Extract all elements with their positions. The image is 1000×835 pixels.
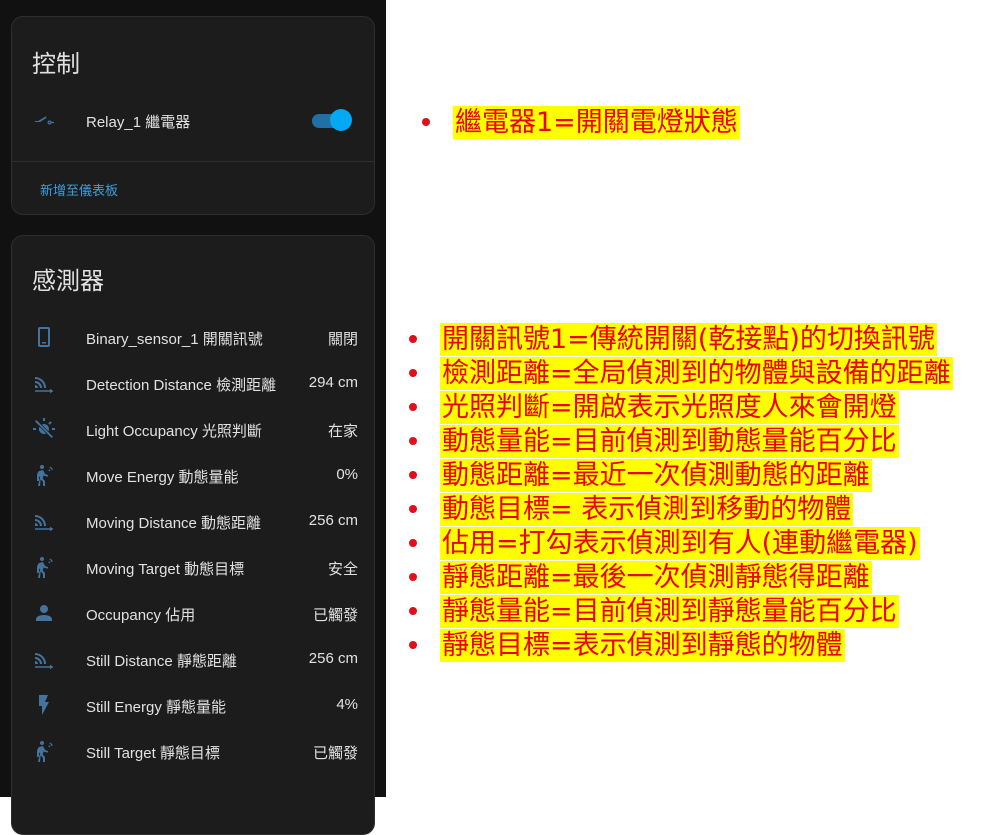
note-sensor: 檢測距離=全局偵測到的物體與設備的距離 bbox=[409, 355, 953, 391]
note-text: 靜態量能=目前偵測到靜態量能百分比 bbox=[440, 594, 899, 628]
sensor-name: Detection Distance 檢測距離 bbox=[86, 377, 277, 394]
phone-icon bbox=[32, 325, 56, 349]
note-sensor: 光照判斷=開啟表示光照度人來會開燈 bbox=[409, 389, 899, 425]
note-text: 動態量能=目前偵測到動態量能百分比 bbox=[440, 424, 899, 458]
sensor-value: 在家 bbox=[327, 423, 358, 440]
sensor-value: 4% bbox=[336, 696, 358, 713]
signal-distance-icon bbox=[32, 371, 56, 395]
note-bullet bbox=[409, 403, 417, 411]
control-card: 控制 Relay_1 繼電器 新增至儀表板 bbox=[11, 16, 375, 215]
sensor-row-occupancy[interactable]: Occupancy 佔用 已觸發 bbox=[12, 593, 376, 633]
sensor-value: 0% bbox=[336, 466, 358, 483]
note-text: 動態距離=最近一次偵測動態的距離 bbox=[440, 458, 872, 492]
relay-icon bbox=[32, 108, 56, 132]
sensor-row-still-energy[interactable]: Still Energy 靜態量能 4% bbox=[12, 685, 376, 725]
sensor-row-binary-sensor[interactable]: Binary_sensor_1 開關訊號 關閉 bbox=[12, 317, 376, 357]
note-bullet bbox=[422, 118, 430, 126]
flash-icon bbox=[32, 693, 56, 717]
sensor-name: Occupancy 佔用 bbox=[86, 607, 196, 624]
sensor-name: Move Energy 動態量能 bbox=[86, 469, 239, 486]
sensor-value: 256 cm bbox=[308, 650, 358, 667]
note-text: 開關訊號1=傳統開關(乾接點)的切換訊號 bbox=[440, 322, 937, 356]
note-text: 靜態目標=表示偵測到靜態的物體 bbox=[440, 628, 845, 662]
note-text: 繼電器1=開關電燈狀態 bbox=[453, 105, 740, 139]
sensor-row-light-occupancy[interactable]: Light Occupancy 光照判斷 在家 bbox=[12, 409, 376, 449]
note-bullet bbox=[409, 607, 417, 615]
note-bullet bbox=[409, 505, 417, 513]
note-text: 光照判斷=開啟表示光照度人來會開燈 bbox=[440, 390, 899, 424]
motion-sensor-icon bbox=[32, 555, 56, 579]
motion-sensor-icon bbox=[32, 463, 56, 487]
sensor-card-title: 感測器 bbox=[32, 268, 104, 295]
note-sensor: 動態距離=最近一次偵測動態的距離 bbox=[409, 457, 872, 493]
sensor-value: 安全 bbox=[327, 561, 358, 578]
sensor-row-still-target[interactable]: Still Target 靜態目標 已觸發 bbox=[12, 731, 376, 771]
note-sensor: 開關訊號1=傳統開關(乾接點)的切換訊號 bbox=[409, 321, 937, 357]
add-to-dashboard-link[interactable]: 新增至儀表板 bbox=[40, 180, 118, 199]
note-sensor: 動態目標= 表示偵測到移動的物體 bbox=[409, 491, 854, 527]
note-sensor: 佔用=打勾表示偵測到有人(連動繼電器) bbox=[409, 525, 920, 561]
home-assistant-panel: 控制 Relay_1 繼電器 新增至儀表板 感測器 Binary_sensor_… bbox=[0, 0, 386, 835]
sensor-row-detection-distance[interactable]: Detection Distance 檢測距離 294 cm bbox=[12, 363, 376, 403]
note-text: 檢測距離=全局偵測到的物體與設備的距離 bbox=[440, 356, 953, 390]
relay-label: Relay_1 繼電器 bbox=[86, 114, 191, 131]
note-text: 佔用=打勾表示偵測到有人(連動繼電器) bbox=[440, 526, 920, 560]
sensor-value: 已觸發 bbox=[312, 745, 358, 762]
sensor-row-move-energy[interactable]: Move Energy 動態量能 0% bbox=[12, 455, 376, 495]
sensor-name: Still Target 靜態目標 bbox=[86, 745, 220, 762]
note-text: 靜態距離=最後一次偵測靜態得距離 bbox=[440, 560, 872, 594]
sensor-name: Moving Target 動態目標 bbox=[86, 561, 245, 578]
relay-toggle[interactable] bbox=[312, 109, 352, 131]
note-bullet bbox=[409, 369, 417, 377]
card-divider bbox=[12, 161, 374, 162]
light-off-icon bbox=[32, 417, 56, 441]
note-bullet bbox=[409, 539, 417, 547]
note-text: 動態目標= 表示偵測到移動的物體 bbox=[440, 492, 854, 526]
note-bullet bbox=[409, 471, 417, 479]
note-sensor: 動態量能=目前偵測到動態量能百分比 bbox=[409, 423, 899, 459]
sensor-card: 感測器 Binary_sensor_1 開關訊號 關閉 Detection Di… bbox=[11, 235, 375, 835]
toggle-thumb bbox=[330, 109, 352, 131]
note-sensor: 靜態距離=最後一次偵測靜態得距離 bbox=[409, 559, 872, 595]
note-bullet bbox=[409, 335, 417, 343]
sensor-value: 關閉 bbox=[327, 331, 358, 348]
note-sensor: 靜態量能=目前偵測到靜態量能百分比 bbox=[409, 593, 899, 629]
signal-distance-icon bbox=[32, 509, 56, 533]
note-sensor: 靜態目標=表示偵測到靜態的物體 bbox=[409, 627, 845, 663]
relay-row[interactable]: Relay_1 繼電器 bbox=[12, 100, 376, 140]
account-icon bbox=[32, 601, 56, 625]
sensor-name: Binary_sensor_1 開關訊號 bbox=[86, 331, 263, 348]
signal-distance-icon bbox=[32, 647, 56, 671]
sensor-value: 294 cm bbox=[308, 374, 358, 391]
sensor-row-still-distance[interactable]: Still Distance 靜態距離 256 cm bbox=[12, 639, 376, 679]
control-card-title: 控制 bbox=[32, 51, 80, 78]
motion-sensor-icon bbox=[32, 739, 56, 763]
note-bullet bbox=[409, 573, 417, 581]
note-relay: 繼電器1=開關電燈狀態 bbox=[422, 104, 740, 140]
sensor-name: Still Energy 靜態量能 bbox=[86, 699, 227, 716]
sensor-value: 已觸發 bbox=[312, 607, 358, 624]
sensor-name: Moving Distance 動態距離 bbox=[86, 515, 262, 532]
sensor-row-moving-distance[interactable]: Moving Distance 動態距離 256 cm bbox=[12, 501, 376, 541]
note-bullet bbox=[409, 437, 417, 445]
sensor-row-moving-target[interactable]: Moving Target 動態目標 安全 bbox=[12, 547, 376, 587]
sensor-name: Light Occupancy 光照判斷 bbox=[86, 423, 262, 440]
note-bullet bbox=[409, 641, 417, 649]
sensor-value: 256 cm bbox=[308, 512, 358, 529]
sensor-name: Still Distance 靜態距離 bbox=[86, 653, 237, 670]
